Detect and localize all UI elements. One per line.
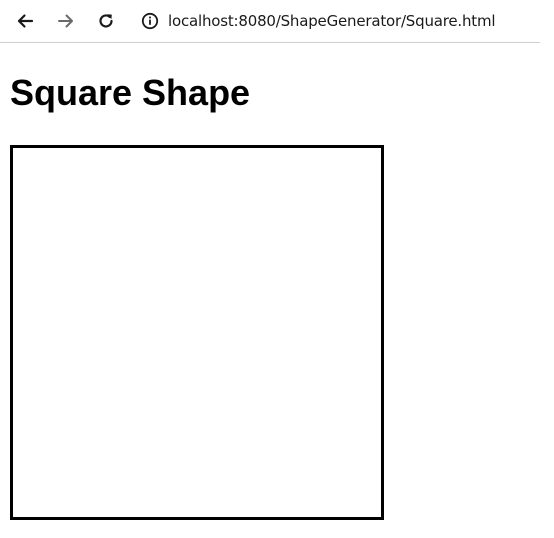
arrow-left-icon	[17, 14, 34, 28]
address-bar[interactable]: localhost:8080/ShapeGenerator/Square.htm…	[140, 8, 535, 34]
square-shape	[10, 145, 384, 520]
reload-button[interactable]	[93, 8, 119, 34]
browser-toolbar: localhost:8080/ShapeGenerator/Square.htm…	[0, 0, 540, 43]
reload-icon	[99, 14, 113, 28]
info-icon[interactable]	[140, 11, 160, 31]
url-text: localhost:8080/ShapeGenerator/Square.htm…	[168, 12, 496, 30]
forward-button[interactable]	[53, 8, 79, 34]
back-button[interactable]	[12, 8, 38, 34]
arrow-right-icon	[58, 14, 73, 28]
page-title: Square Shape	[10, 72, 251, 113]
